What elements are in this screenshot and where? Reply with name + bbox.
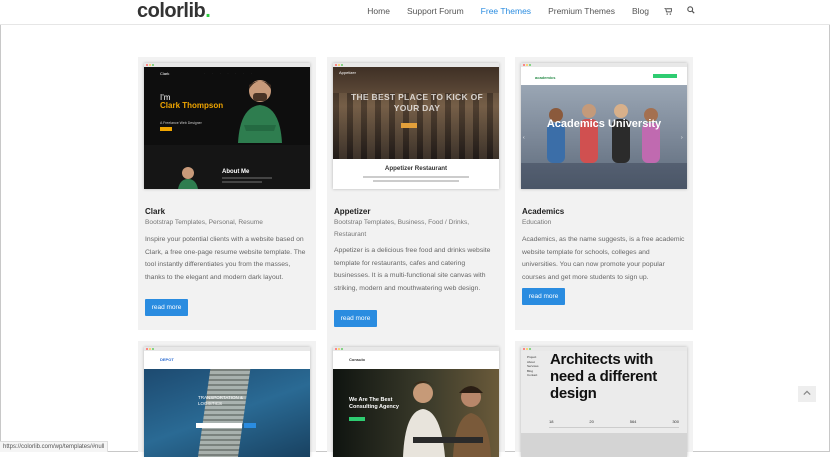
- clark-thumb-logo: Clark: [160, 71, 170, 76]
- appetizer-thumbnail[interactable]: Appetizer THE BEST PLACE TO KICK OF YOUR…: [333, 63, 499, 189]
- academics-thumb-social: [653, 74, 677, 78]
- academics-thumbnail[interactable]: academics Academics University ‹ ›: [521, 63, 687, 189]
- main-nav: Home Support Forum Free Themes Premium T…: [350, 6, 695, 16]
- depot-thumb-logo: DEPOT: [160, 357, 174, 362]
- clark-portrait-image: [238, 80, 282, 143]
- read-more-button[interactable]: read more: [145, 299, 188, 316]
- slider-prev-icon: ‹: [523, 135, 525, 141]
- card-categories[interactable]: Bootstrap Templates, Business, Food / Dr…: [334, 217, 494, 241]
- clark-thumb-name: Clark Thompson: [160, 101, 224, 110]
- slider-next-icon: ›: [681, 135, 683, 141]
- search-icon[interactable]: [687, 6, 695, 16]
- read-more-button[interactable]: read more: [334, 310, 377, 327]
- template-card-appetizer: Appetizer THE BEST PLACE TO KICK OF YOUR…: [327, 57, 505, 342]
- depot-thumb-headline: TRANSPORTATION & LOGISTICS: [198, 395, 244, 406]
- card-description: Inspire your potential clients with a we…: [145, 236, 306, 281]
- read-more-button[interactable]: read more: [522, 288, 565, 305]
- consulo-thumbnail[interactable]: Consulo We Are The Best Consulting Agenc…: [333, 347, 499, 457]
- card-title[interactable]: Clark: [145, 207, 165, 216]
- clark-avatar-image: [178, 167, 198, 189]
- card-title[interactable]: Appetizer: [334, 207, 370, 216]
- architects-thumbnail[interactable]: Project About Services Blog Contact Architec…: [521, 347, 687, 457]
- card-categories[interactable]: Bootstrap Templates, Personal, Resume: [145, 217, 305, 229]
- clark-thumb-role: A Freelance Web Designer: [160, 121, 202, 125]
- template-card-academics: academics Academics University ‹ › Acade…: [515, 57, 693, 330]
- appetizer-thumb-logo: Appetizer: [339, 70, 356, 75]
- architects-thumb-headline: Architects with need a different design: [550, 351, 657, 402]
- card-title[interactable]: Academics: [522, 207, 564, 216]
- appetizer-thumb-caption: Appetizer Restaurant: [384, 165, 448, 172]
- nav-free-themes[interactable]: Free Themes: [481, 6, 531, 16]
- appetizer-thumb-headline: THE BEST PLACE TO KICK OF YOUR DAY: [350, 92, 483, 113]
- nav-support-forum[interactable]: Support Forum: [407, 6, 464, 16]
- clark-thumb-section: About Me: [222, 169, 250, 175]
- appetizer-thumb-button: [401, 123, 417, 128]
- consulo-thumb-logo: Consulo: [349, 357, 365, 362]
- nav-home[interactable]: Home: [367, 6, 390, 16]
- architects-thumb-menu: Project About Services Blog Contact: [527, 355, 539, 377]
- clark-thumb-button: [160, 127, 172, 131]
- clark-thumbnail[interactable]: Clark · · · · · · · I'm Clark Thompson A…: [144, 63, 310, 189]
- academics-thumb-headline: Academics University: [546, 118, 662, 130]
- depot-thumbnail[interactable]: DEPOT TRANSPORTATION & LOGISTICS: [144, 347, 310, 457]
- card-description: Academics, as the name suggests, is a fr…: [522, 236, 685, 281]
- architects-thumb-stats: 18 20 564 300: [549, 419, 679, 424]
- template-card-depot: DEPOT TRANSPORTATION & LOGISTICS: [138, 341, 316, 457]
- card-description: Appetizer is a delicious free food and d…: [334, 247, 491, 292]
- consulo-people-image: [403, 381, 491, 457]
- browser-status-bar: https://colorlib.com/wp/templates/#null: [0, 441, 109, 452]
- consulo-thumb-headline: We Are The Best Consulting Agency: [349, 397, 399, 410]
- academics-thumb-logo: academics: [535, 75, 556, 80]
- colorlib-logo[interactable]: colorlib.: [137, 0, 211, 23]
- site-header: colorlib. Home Support Forum Free Themes…: [0, 0, 830, 25]
- template-card-architects: Project About Services Blog Contact Architec…: [515, 341, 693, 457]
- cart-icon[interactable]: [664, 6, 673, 16]
- scroll-to-top-button[interactable]: [798, 386, 816, 402]
- template-card-consulo: Consulo We Are The Best Consulting Agenc…: [327, 341, 505, 457]
- card-categories[interactable]: Education: [522, 217, 682, 229]
- nav-blog[interactable]: Blog: [632, 6, 649, 16]
- nav-premium-themes[interactable]: Premium Themes: [548, 6, 615, 16]
- chevron-up-icon: [803, 390, 811, 396]
- template-card-clark: Clark · · · · · · · I'm Clark Thompson A…: [138, 57, 316, 330]
- academics-students-image: [521, 104, 687, 189]
